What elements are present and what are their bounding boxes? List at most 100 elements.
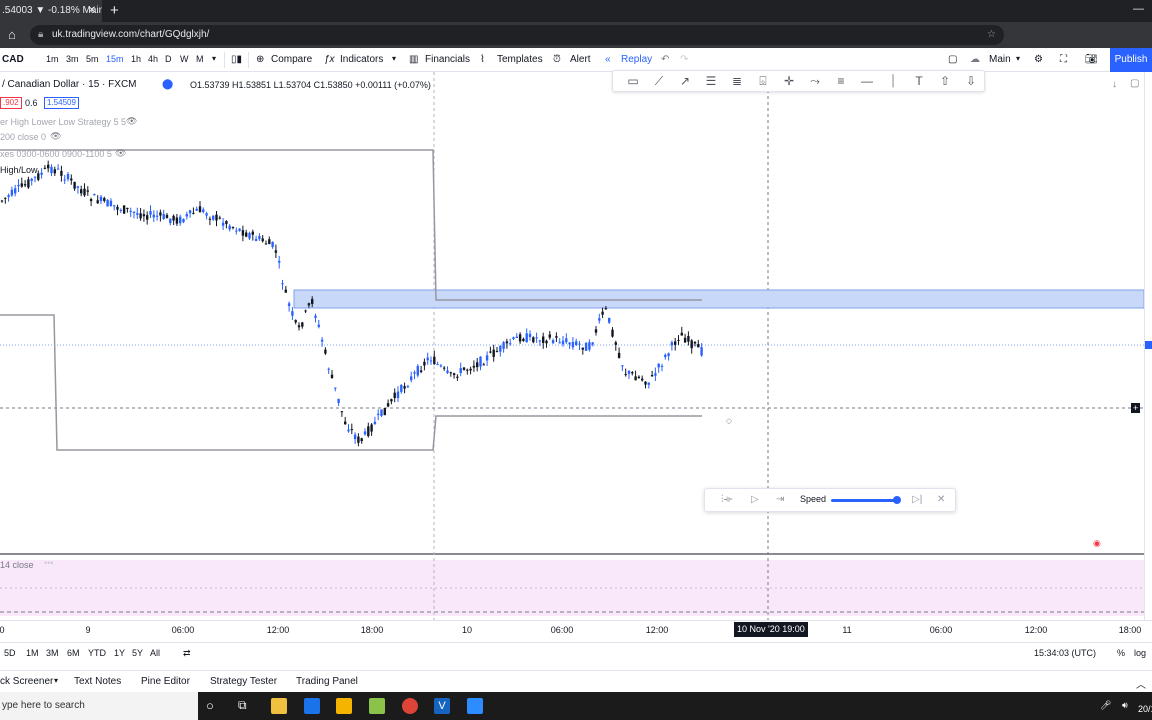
- add-plus-icon[interactable]: +: [1131, 403, 1141, 413]
- percent-scale-toggle[interactable]: %: [1117, 648, 1125, 658]
- tab-close-icon[interactable]: ✕: [88, 0, 96, 22]
- range-ytd[interactable]: YTD: [88, 648, 106, 658]
- zoom-icon[interactable]: [467, 698, 483, 714]
- range-1m[interactable]: 1M: [26, 648, 39, 658]
- fib-icon[interactable]: ≣: [729, 74, 745, 88]
- play-icon[interactable]: ▷: [751, 494, 759, 505]
- range-all[interactable]: All: [150, 648, 160, 658]
- path-icon[interactable]: ⤳: [807, 74, 823, 89]
- tab-trading-panel[interactable]: Trading Panel: [296, 676, 358, 687]
- expand-panel-icon[interactable]: ︿: [1136, 676, 1146, 691]
- scroll-down-icon[interactable]: ↓: [1112, 79, 1117, 90]
- range-5d[interactable]: 5D: [4, 648, 16, 658]
- cortana-icon[interactable]: ○: [206, 698, 214, 713]
- volume-icon[interactable]: 🔊︎: [1122, 700, 1128, 711]
- browser-tab[interactable]: .54003 ▼ -0.18% Main ✕: [0, 0, 102, 22]
- compare-button[interactable]: Compare: [271, 54, 312, 65]
- financials-button[interactable]: Financials: [425, 54, 470, 65]
- task-view-icon[interactable]: ⧉: [238, 698, 247, 713]
- interval-w[interactable]: W: [180, 54, 189, 64]
- arrow-down-icon[interactable]: ⇩: [963, 74, 979, 88]
- time-axis[interactable]: 0 9 06:00 12:00 18:00 10 06:00 12:00 11 …: [0, 620, 1152, 638]
- interval-dropdown-icon[interactable]: ▾: [212, 54, 216, 63]
- range-1y[interactable]: 1Y: [114, 648, 125, 658]
- jump-to-realtime-icon[interactable]: ▷|: [912, 494, 922, 505]
- file-explorer-icon[interactable]: [271, 698, 287, 714]
- indicator-legend-ma[interactable]: 200 close 0: [0, 132, 46, 142]
- maximize-pane-icon[interactable]: ▢: [1130, 78, 1139, 89]
- text-tool-icon[interactable]: T: [911, 74, 927, 88]
- templates-button[interactable]: Templates: [497, 54, 543, 65]
- layout-icon[interactable]: ▢: [948, 54, 957, 65]
- rectangle-icon[interactable]: ▭: [625, 74, 641, 88]
- symbol-description[interactable]: / Canadian Dollar · 15 · FXCM: [2, 79, 137, 90]
- chart-pane[interactable]: / Canadian Dollar · 15 · FXCM ⬤ O1.53739…: [0, 72, 1144, 620]
- taskbar-search-field[interactable]: ype here to search: [0, 692, 198, 720]
- snapshot-camera-icon[interactable]: 📷︎: [1085, 54, 1098, 65]
- interval-1m[interactable]: 1m: [46, 54, 59, 64]
- hide-eye-icon[interactable]: 👁︎: [50, 131, 61, 142]
- rsi-legend[interactable]: 14 close: [0, 560, 34, 570]
- interval-m[interactable]: M: [196, 54, 204, 64]
- ray-icon[interactable]: ↗: [677, 74, 693, 88]
- trendline-icon[interactable]: ⟋: [651, 74, 667, 89]
- screener-dropdown-icon[interactable]: ▾: [54, 676, 58, 685]
- redo-icon[interactable]: ↷: [680, 54, 688, 65]
- tab-text-notes[interactable]: Text Notes: [74, 676, 121, 687]
- indicators-button[interactable]: Indicators: [340, 54, 383, 65]
- price-chart[interactable]: [0, 72, 1144, 620]
- home-icon[interactable]: ⌂: [8, 27, 16, 42]
- window-minimize-button[interactable]: —: [1133, 0, 1144, 18]
- fullscreen-icon[interactable]: ⛶: [1060, 54, 1067, 65]
- range-6m[interactable]: 6M: [67, 648, 80, 658]
- new-tab-button[interactable]: +: [110, 0, 119, 22]
- undo-icon[interactable]: ↶: [661, 54, 669, 65]
- bookmark-star-icon[interactable]: ☆: [987, 25, 996, 45]
- tab-stock-screener[interactable]: ck Screener: [0, 676, 53, 687]
- app-v-icon[interactable]: V: [434, 698, 450, 714]
- layout-dropdown-icon[interactable]: ▾: [1016, 54, 1020, 63]
- indicator-legend-sessions[interactable]: xes 0300-0600 0900-1100 5: [0, 149, 112, 159]
- url-field[interactable]: 🔒︎ uk.tradingview.com/chart/GQdglxjh/ ☆: [30, 25, 1004, 45]
- sell-price-button[interactable]: .902: [0, 97, 22, 109]
- speed-slider-handle[interactable]: [893, 496, 901, 504]
- mail-icon[interactable]: [304, 698, 320, 714]
- candle-style-icon[interactable]: ▯▮: [231, 54, 242, 65]
- interval-3m[interactable]: 3m: [66, 54, 79, 64]
- interval-5m[interactable]: 5m: [86, 54, 99, 64]
- indicators-dropdown-icon[interactable]: ▾: [392, 54, 396, 63]
- vertical-line-icon[interactable]: ⏐: [885, 74, 901, 89]
- arrow-up-icon[interactable]: ⇧: [937, 74, 953, 88]
- layout-name-button[interactable]: Main: [989, 54, 1011, 65]
- price-scale[interactable]: [1144, 72, 1152, 620]
- mic-icon[interactable]: 🎤︎: [1100, 700, 1111, 711]
- interval-4h[interactable]: 4h: [148, 54, 158, 64]
- callout-icon[interactable]: ⌺: [755, 74, 771, 89]
- app-icon[interactable]: [369, 698, 385, 714]
- chrome-icon[interactable]: [402, 698, 418, 714]
- step-forward-icon[interactable]: ⇥: [776, 494, 784, 505]
- alert-button[interactable]: Alert: [570, 54, 591, 65]
- utc-clock[interactable]: 15:34:03 (UTC): [1034, 648, 1096, 658]
- symbol-search-button[interactable]: CAD: [2, 54, 24, 65]
- lines-icon[interactable]: ≡: [833, 74, 849, 88]
- parallel-channel-icon[interactable]: ☰: [703, 74, 719, 88]
- buy-price-button[interactable]: 1.54509: [44, 97, 79, 109]
- replay-button[interactable]: Replay: [621, 54, 652, 65]
- select-bar-icon[interactable]: ⫶⟛: [721, 494, 733, 505]
- hide-eye-icon[interactable]: 👁︎: [126, 116, 137, 127]
- close-replay-icon[interactable]: ✕: [937, 494, 945, 505]
- tab-strategy-tester[interactable]: Strategy Tester: [210, 676, 277, 687]
- interval-15m[interactable]: 15m: [106, 54, 124, 64]
- range-3m[interactable]: 3M: [46, 648, 59, 658]
- speed-slider-track[interactable]: [831, 499, 897, 502]
- hide-eye-icon[interactable]: 👁︎: [115, 148, 126, 159]
- interval-1h[interactable]: 1h: [131, 54, 141, 64]
- more-options-icon[interactable]: •••: [44, 558, 53, 568]
- horizontal-line-icon[interactable]: —: [859, 74, 875, 88]
- publish-button[interactable]: Publish: [1110, 48, 1152, 72]
- log-scale-toggle[interactable]: log: [1134, 648, 1146, 658]
- goto-date-icon[interactable]: ⇄: [183, 648, 191, 659]
- tab-pine-editor[interactable]: Pine Editor: [141, 676, 190, 687]
- store-icon[interactable]: [336, 698, 352, 714]
